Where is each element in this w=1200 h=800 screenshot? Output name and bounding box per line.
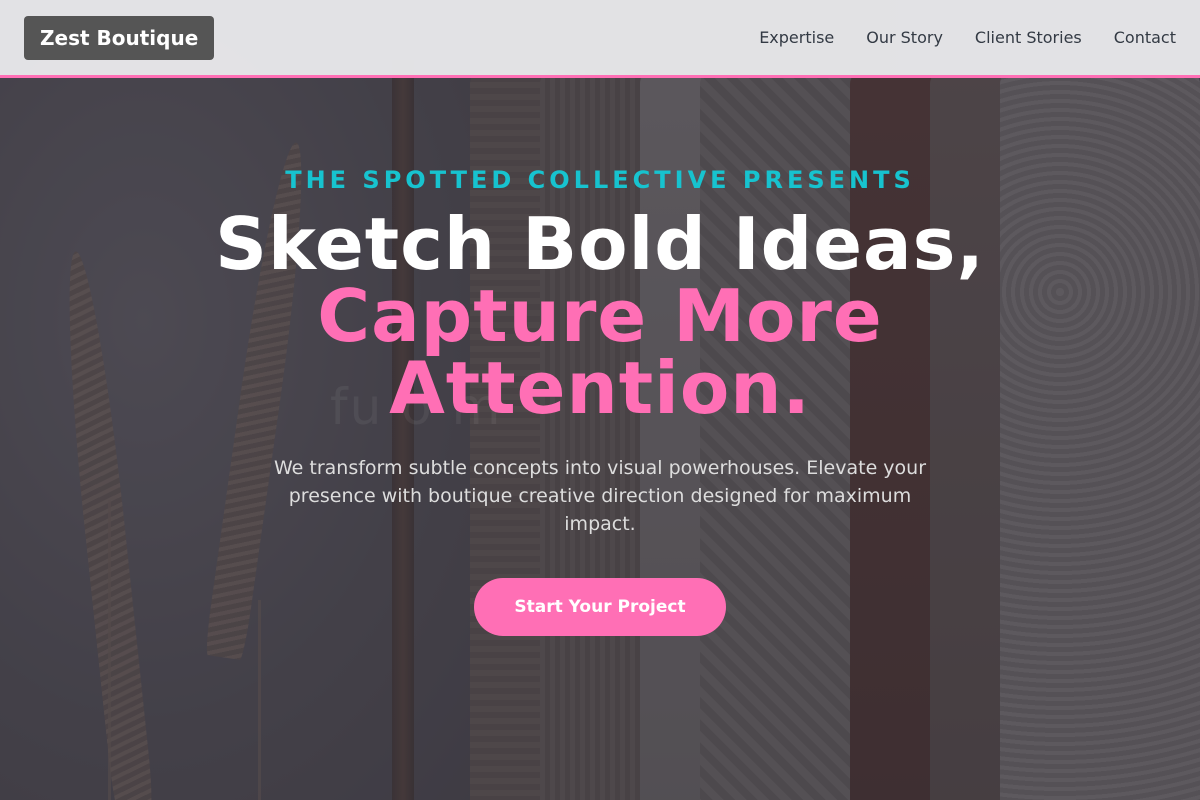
hero-description: We transform subtle concepts into visual…: [273, 457, 927, 535]
nav-link-expertise[interactable]: Expertise: [759, 28, 834, 47]
site-header: Zest Boutique Expertise Our Story Client…: [0, 0, 1200, 78]
hero-kicker: THE SPOTTED COLLECTIVE PRESENTS: [285, 166, 915, 194]
nav-link-client-stories[interactable]: Client Stories: [975, 28, 1082, 47]
hero-section: THE SPOTTED COLLECTIVE PRESENTS Sketch B…: [0, 78, 1200, 636]
start-project-button[interactable]: Start Your Project: [474, 578, 726, 636]
nav-link-our-story[interactable]: Our Story: [866, 28, 943, 47]
headline-line-2: Capture More: [317, 274, 883, 358]
main-nav: Expertise Our Story Client Stories Conta…: [759, 28, 1176, 47]
nav-link-contact[interactable]: Contact: [1114, 28, 1176, 47]
hero-headline: Sketch Bold Ideas, Capture More Attentio…: [0, 208, 1200, 424]
brand-logo[interactable]: Zest Boutique: [24, 15, 215, 60]
headline-line-3: Attention.: [389, 346, 811, 430]
headline-line-1: Sketch Bold Ideas,: [215, 202, 985, 286]
